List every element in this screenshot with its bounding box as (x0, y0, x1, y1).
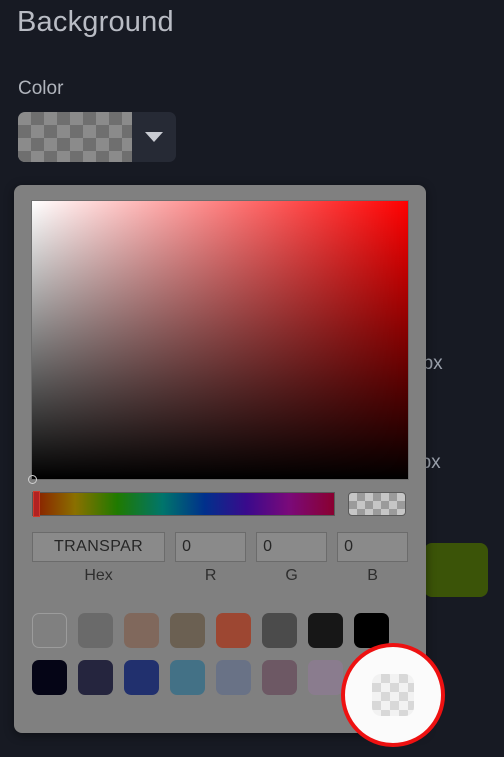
swatch-taupe[interactable] (124, 613, 159, 648)
saturation-value-area[interactable] (28, 200, 409, 484)
obscured-green-button[interactable] (424, 543, 488, 597)
preset-swatch-row (32, 613, 408, 648)
color-swatch-dropdown-toggle[interactable] (132, 112, 176, 162)
cursor-click-highlight (341, 643, 445, 747)
red-field-caption: R (204, 567, 217, 584)
hue-slider[interactable] (32, 491, 335, 517)
color-field-label: Color (18, 78, 64, 99)
color-value-fields: Hex R G B (32, 532, 409, 585)
hex-field-group: Hex (32, 532, 166, 585)
hue-row (32, 491, 408, 517)
green-field-caption: G (285, 567, 298, 584)
swatch-mauve[interactable] (262, 660, 297, 695)
green-input[interactable] (256, 532, 328, 562)
swatch-empty[interactable] (32, 613, 67, 648)
blue-field-group: B (337, 532, 409, 585)
swatch-navy[interactable] (124, 660, 159, 695)
swatch-dark-gray[interactable] (262, 613, 297, 648)
hex-field-caption: Hex (84, 567, 113, 584)
saturation-value-cursor[interactable] (28, 475, 37, 484)
color-swatch-button[interactable] (18, 112, 176, 162)
red-field-group: R (175, 532, 247, 585)
swatch-midnight[interactable] (32, 660, 67, 695)
color-preview-swatch (348, 492, 406, 516)
swatch-slate-blue-gray[interactable] (216, 660, 251, 695)
chevron-down-icon (145, 132, 163, 142)
swatch-dusty-lavender[interactable] (308, 660, 343, 695)
swatch-near-black[interactable] (308, 613, 343, 648)
red-input[interactable] (175, 532, 247, 562)
swatch-transparent-highlighted[interactable] (372, 674, 414, 716)
blue-field-caption: B (367, 567, 378, 584)
green-field-group: G (256, 532, 328, 585)
hex-input[interactable] (32, 532, 166, 562)
swatch-olive-brown[interactable] (170, 613, 205, 648)
swatch-brick[interactable] (216, 613, 251, 648)
swatch-dark-slate-indigo[interactable] (78, 660, 113, 695)
swatch-teal-blue[interactable] (170, 660, 205, 695)
hue-slider-thumb[interactable] (33, 491, 40, 517)
swatch-gray[interactable] (78, 613, 113, 648)
color-swatch-preview (18, 112, 132, 162)
page-title: Background (17, 6, 174, 38)
blue-input[interactable] (337, 532, 409, 562)
